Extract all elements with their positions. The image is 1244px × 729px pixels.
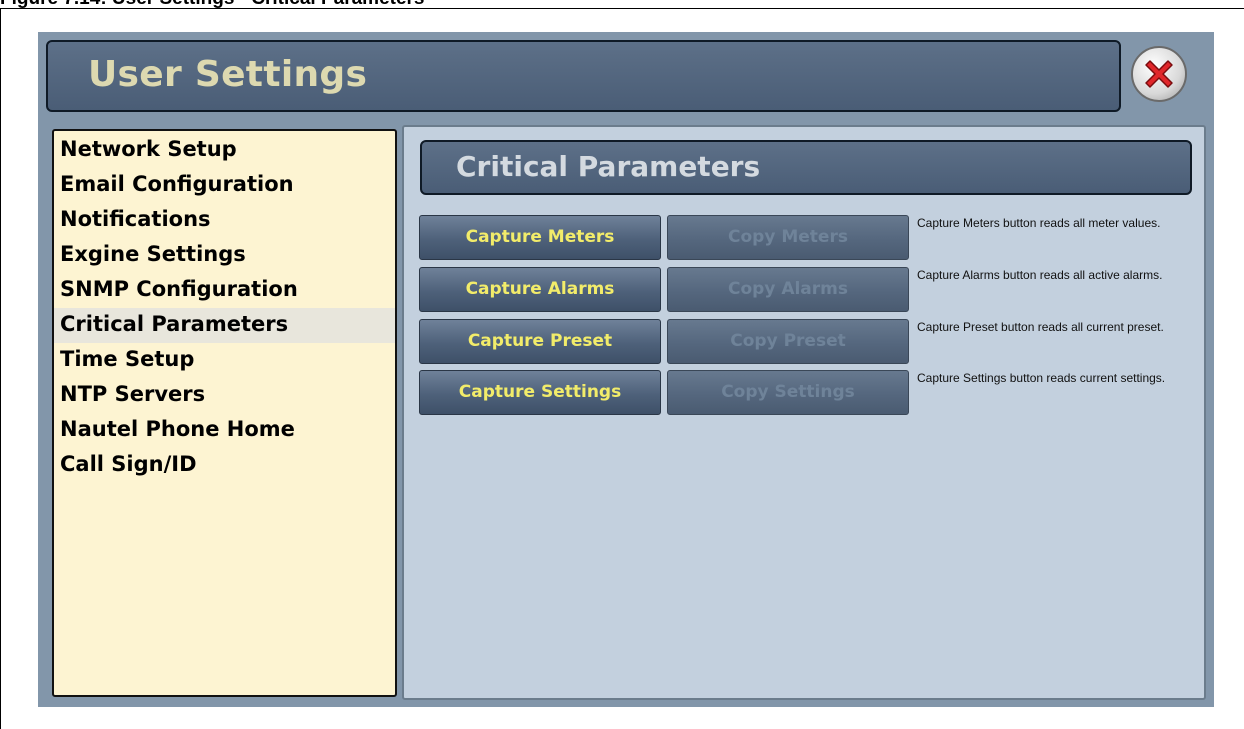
critical-parameters-panel: Critical Parameters Capture Meters Copy …	[402, 125, 1206, 700]
sidebar-item-network-setup[interactable]: Network Setup	[54, 133, 395, 168]
sidebar-item-time-setup[interactable]: Time Setup	[54, 343, 395, 378]
sidebar-item-call-sign-id[interactable]: Call Sign/ID	[54, 448, 395, 483]
sidebar-item-critical-parameters[interactable]: Critical Parameters	[54, 308, 395, 343]
sidebar-item-ntp-servers[interactable]: NTP Servers	[54, 378, 395, 413]
sidebar-item-nautel-phone-home[interactable]: Nautel Phone Home	[54, 413, 395, 448]
capture-preset-button[interactable]: Capture Preset	[419, 319, 661, 364]
sidebar-item-notifications[interactable]: Notifications	[54, 203, 395, 238]
settings-nav-list: Network Setup Email Configuration Notifi…	[52, 129, 397, 697]
copy-settings-button[interactable]: Copy Settings	[667, 370, 909, 415]
sidebar-item-exgine-settings[interactable]: Exgine Settings	[54, 238, 395, 273]
capture-meters-description: Capture Meters button reads all meter va…	[917, 216, 1161, 230]
close-icon	[1145, 60, 1173, 88]
copy-alarms-button[interactable]: Copy Alarms	[667, 267, 909, 312]
settings-row: Capture Settings Copy Settings Capture S…	[419, 370, 1199, 416]
window-title: User Settings	[88, 54, 368, 95]
section-header: Critical Parameters	[420, 140, 1192, 195]
sidebar-item-email-configuration[interactable]: Email Configuration	[54, 168, 395, 203]
capture-alarms-button[interactable]: Capture Alarms	[419, 267, 661, 312]
capture-alarms-description: Capture Alarms button reads all active a…	[917, 268, 1163, 282]
close-button[interactable]	[1131, 46, 1187, 102]
user-settings-window: User Settings Network Setup Email Config…	[38, 32, 1214, 707]
capture-settings-button[interactable]: Capture Settings	[419, 370, 661, 415]
meters-row: Capture Meters Copy Meters Capture Meter…	[419, 215, 1199, 261]
capture-meters-button[interactable]: Capture Meters	[419, 215, 661, 260]
preset-row: Capture Preset Copy Preset Capture Prese…	[419, 319, 1199, 365]
alarms-row: Capture Alarms Copy Alarms Capture Alarm…	[419, 267, 1199, 313]
capture-settings-description: Capture Settings button reads current se…	[917, 371, 1166, 385]
title-bar: User Settings	[46, 40, 1121, 112]
capture-preset-description: Capture Preset button reads all current …	[917, 320, 1164, 334]
sidebar-item-snmp-configuration[interactable]: SNMP Configuration	[54, 273, 395, 308]
section-title: Critical Parameters	[456, 150, 761, 183]
copy-meters-button[interactable]: Copy Meters	[667, 215, 909, 260]
copy-preset-button[interactable]: Copy Preset	[667, 319, 909, 364]
